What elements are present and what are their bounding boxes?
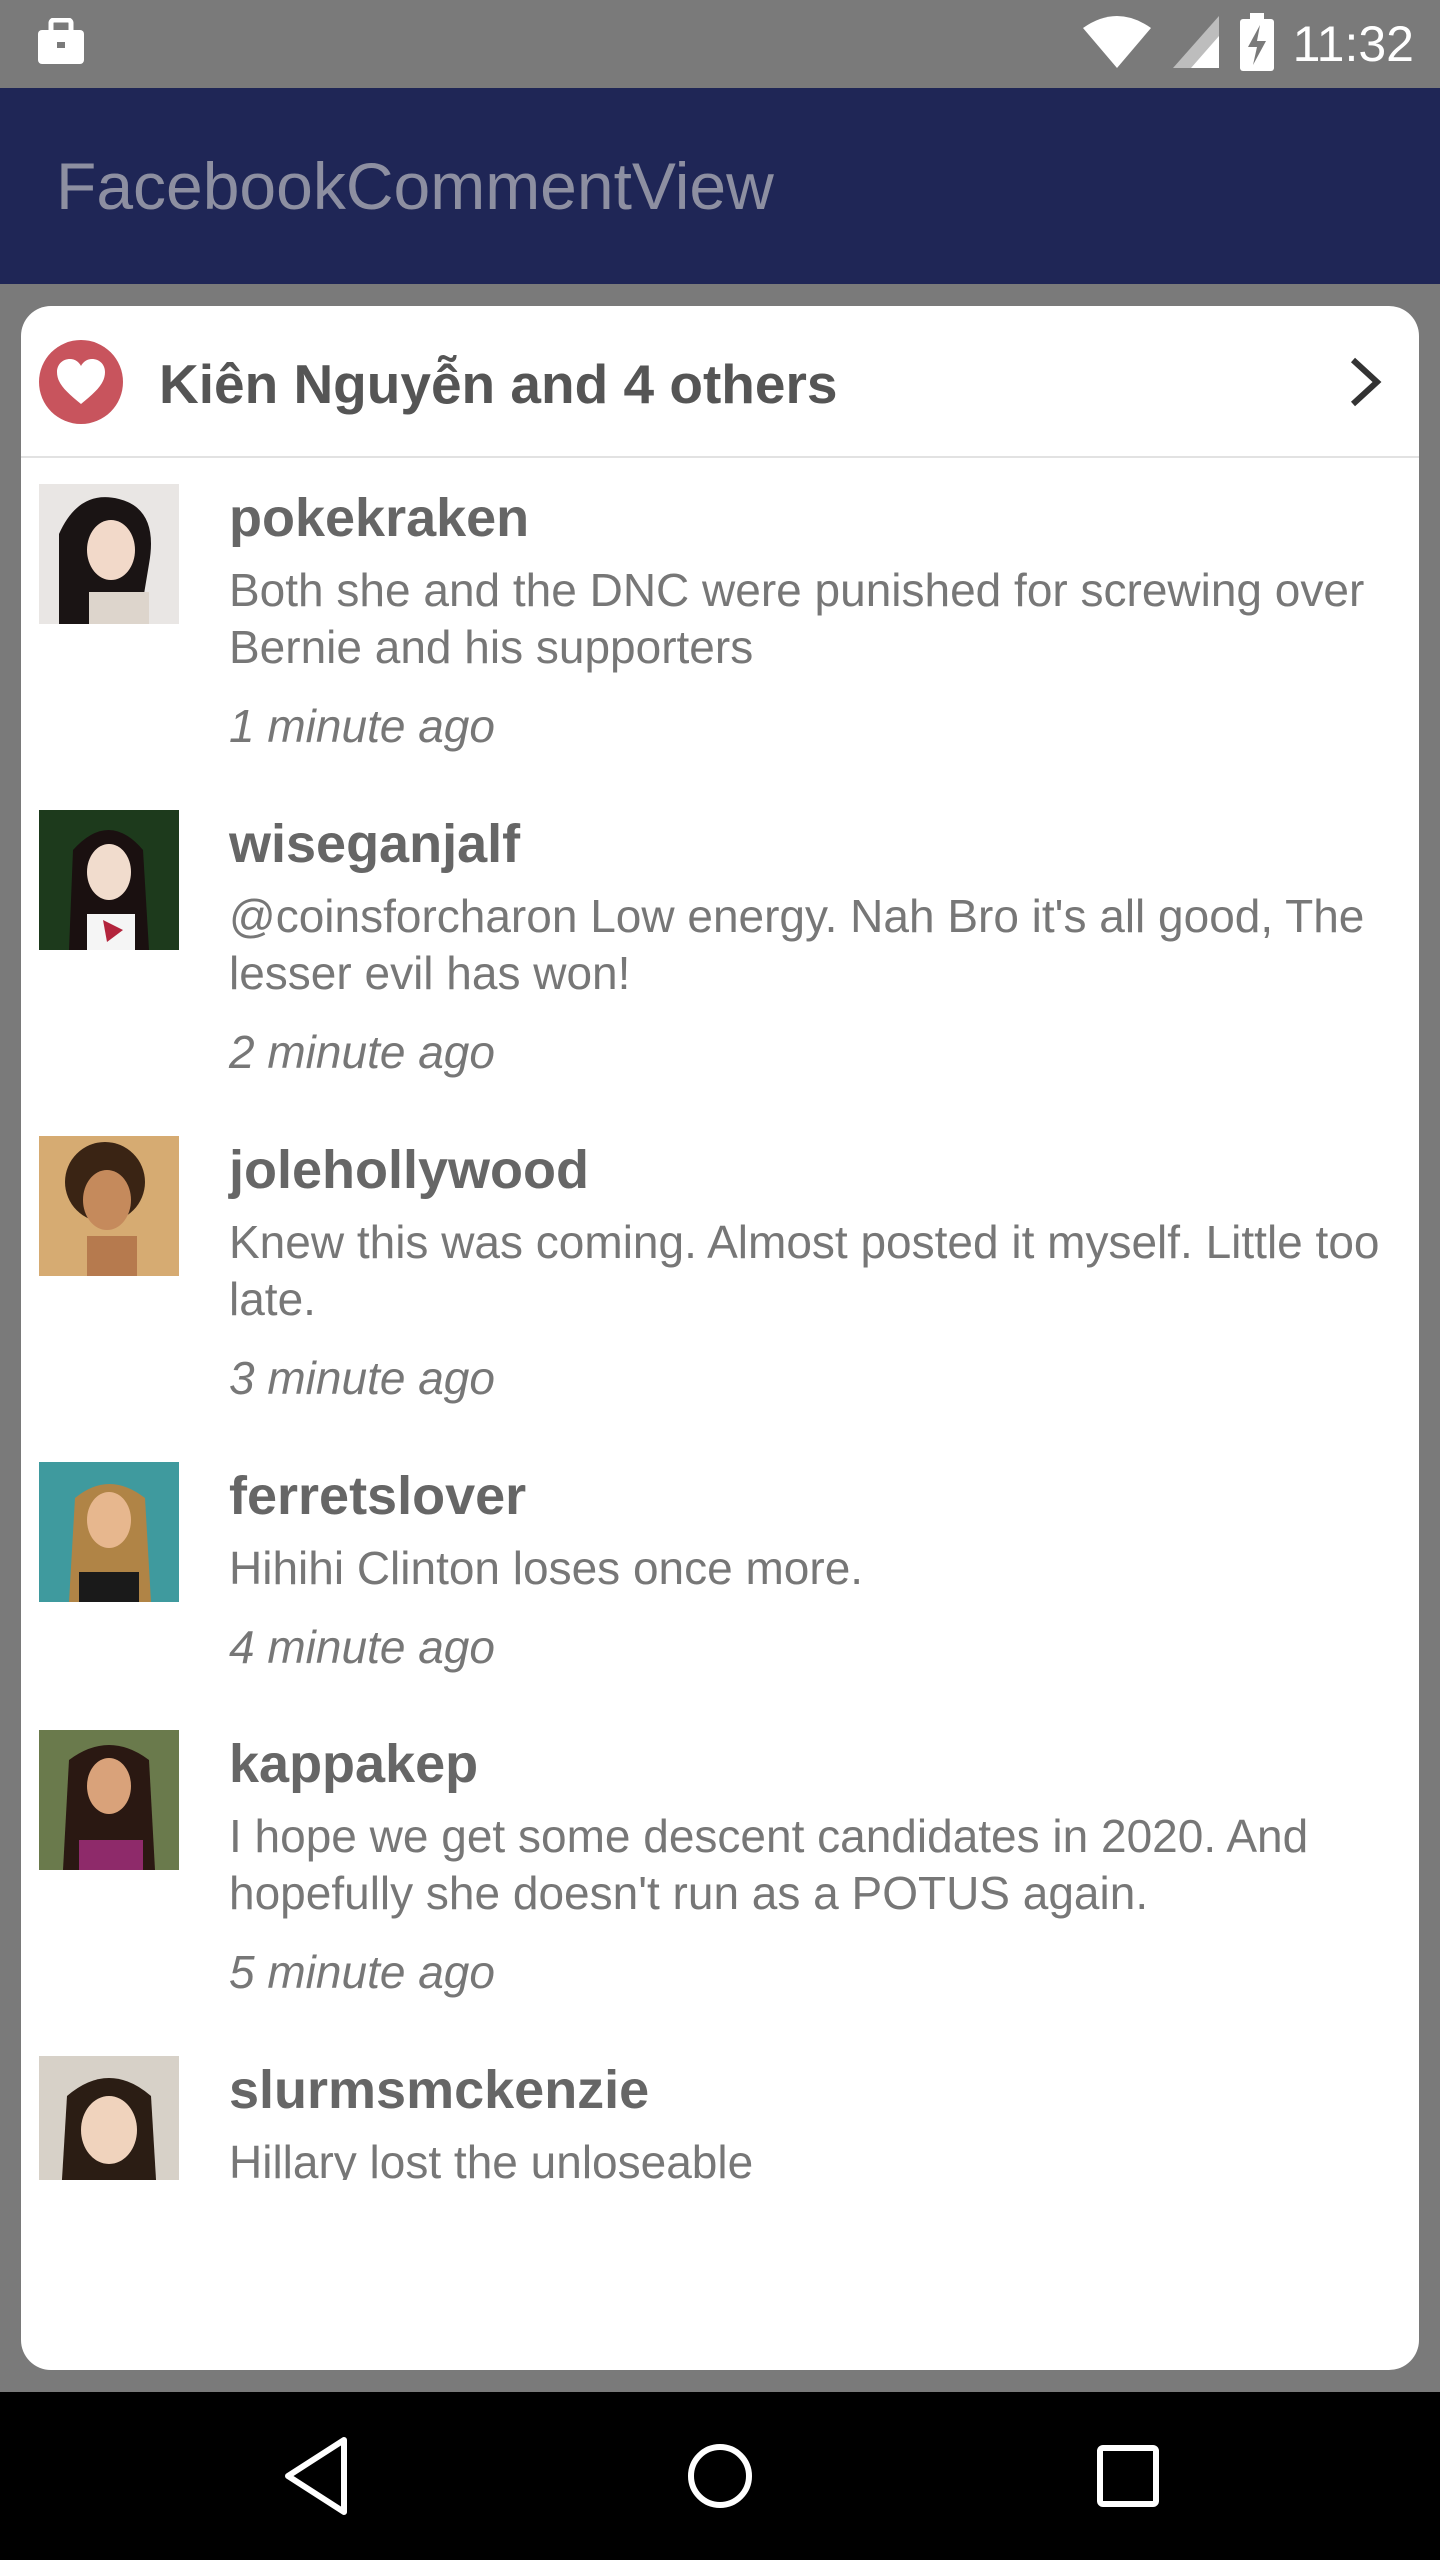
likes-summary: Kiên Nguyễn and 4 others xyxy=(159,353,838,415)
status-bar: 11:32 xyxy=(0,0,1440,88)
avatar[interactable] xyxy=(39,1136,179,1276)
app-bar: FacebookCommentView xyxy=(0,88,1440,284)
status-time: 11:32 xyxy=(1292,16,1414,72)
comment-username[interactable]: ferretslover xyxy=(229,1464,1399,1528)
app-title: FacebookCommentView xyxy=(56,149,774,223)
comment-username[interactable]: kappakep xyxy=(229,1732,1399,1796)
comment-time: 2 minute ago xyxy=(229,1026,495,1078)
comment-item: jolehollywood Knew this was coming. Almo… xyxy=(21,1126,1419,1452)
comment-item: kappakep I hope we get some descent cand… xyxy=(21,1720,1419,2046)
chevron-right-icon[interactable] xyxy=(1345,354,1385,415)
comment-username[interactable]: jolehollywood xyxy=(229,1138,1399,1202)
comment-time: 4 minute ago xyxy=(229,1621,495,1673)
comment-text: Hihihi Clinton loses once more. xyxy=(229,1542,864,1594)
comment-time: 3 minute ago xyxy=(229,1352,495,1404)
comment-text: Both she and the DNC were punished for s… xyxy=(229,564,1365,673)
comment-item: ferretslover Hihihi Clinton loses once m… xyxy=(21,1452,1419,1720)
navigation-bar xyxy=(0,2392,1440,2560)
avatar[interactable] xyxy=(39,484,179,624)
likes-header[interactable]: Kiên Nguyễn and 4 others xyxy=(21,306,1419,458)
avatar[interactable] xyxy=(39,1462,179,1602)
comment-username[interactable]: wiseganjalf xyxy=(229,812,1399,876)
comment-item: slurmsmckenzie Hillary lost the unloseab… xyxy=(21,2046,1419,2180)
back-triangle-icon[interactable] xyxy=(280,2434,352,2523)
recents-square-icon[interactable] xyxy=(1090,2434,1166,2523)
comment-username[interactable]: pokekraken xyxy=(229,486,1399,550)
comment-card: Kiên Nguyễn and 4 others pokekraken Both… xyxy=(21,306,1419,2370)
avatar[interactable] xyxy=(39,2056,179,2180)
home-circle-icon[interactable] xyxy=(682,2434,758,2523)
comment-list[interactable]: pokekraken Both she and the DNC were pun… xyxy=(21,474,1419,2180)
comment-text: @coinsforcharon Low energy. Nah Bro it's… xyxy=(229,890,1365,999)
wifi-icon xyxy=(1081,14,1153,75)
comment-time: 5 minute ago xyxy=(229,1946,495,1998)
avatar[interactable] xyxy=(39,810,179,950)
comment-text: Knew this was coming. Almost posted it m… xyxy=(229,1216,1380,1325)
avatar[interactable] xyxy=(39,1730,179,1870)
comment-username[interactable]: slurmsmckenzie xyxy=(229,2058,1399,2122)
comment-item: wiseganjalf @coinsforcharon Low energy. … xyxy=(21,800,1419,1126)
comment-text: Hillary lost the unloseable xyxy=(229,2136,754,2180)
comment-text: I hope we get some descent candidates in… xyxy=(229,1810,1309,1919)
signal-icon xyxy=(1171,14,1221,75)
comment-item: pokekraken Both she and the DNC were pun… xyxy=(21,474,1419,800)
comment-time: 1 minute ago xyxy=(229,700,495,752)
briefcase-icon xyxy=(36,17,86,71)
battery-charging-icon xyxy=(1239,12,1275,76)
heart-icon xyxy=(39,340,123,424)
